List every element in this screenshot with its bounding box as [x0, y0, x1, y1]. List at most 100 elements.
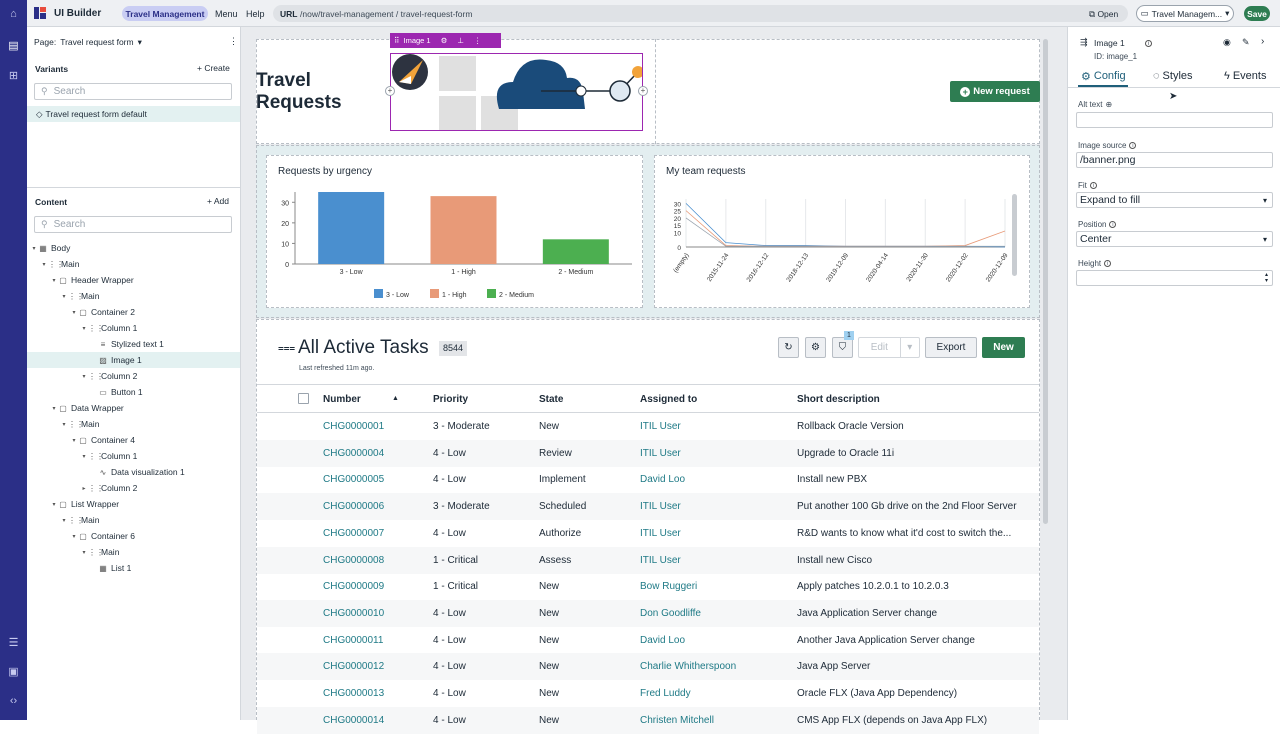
edit-button[interactable]: Edit ▾ [858, 337, 920, 358]
banner-image[interactable] [390, 53, 643, 131]
tree-item[interactable]: ▾ ⋮⋮ Main [60, 416, 99, 432]
number-link[interactable]: CHG0000006 [323, 501, 384, 512]
tree-item[interactable]: ▨ Image 1 [27, 352, 240, 368]
table-row[interactable]: CHG0000008 1 - Critical Assess ITIL User Ins… [257, 546, 1039, 574]
canvas-scrollbar[interactable] [1043, 39, 1048, 524]
more-options-icon[interactable]: ⋮ [474, 36, 482, 45]
content-search-input[interactable]: ⚲ Search [34, 216, 232, 233]
experience-select[interactable]: ▭ Travel Managem... ▾ [1136, 5, 1234, 22]
new-button[interactable]: New [982, 337, 1025, 358]
tree-item[interactable]: ∿ Data visualization 1 [90, 464, 185, 480]
number-link[interactable]: CHG0000005 [323, 474, 384, 485]
tree-item[interactable]: ▾ ▦ Body [30, 240, 70, 256]
tree-item[interactable]: ▾ ⋮⋮ Main [40, 256, 79, 272]
caret-icon[interactable]: ▾ [80, 453, 88, 460]
settings-button[interactable]: ⚙ [805, 337, 826, 358]
new-request-button[interactable]: + New request [950, 81, 1040, 102]
create-variant-button[interactable]: + Create [197, 63, 230, 73]
column-header-priority[interactable]: Priority [433, 394, 468, 405]
table-row[interactable]: CHG0000001 3 - Moderate New ITIL User Rollba… [257, 413, 1039, 440]
fit-select[interactable]: Expand to fill ▾ [1076, 192, 1273, 208]
column-header-state[interactable]: State [539, 394, 563, 405]
number-link[interactable]: CHG0000014 [323, 715, 384, 726]
number-link[interactable]: CHG0000009 [323, 581, 384, 592]
alt-text-input[interactable] [1076, 112, 1273, 128]
table-row[interactable]: CHG0000005 4 - Low Implement David Loo Insta… [257, 466, 1039, 493]
table-row[interactable]: CHG0000007 4 - Low Authorize ITIL User R&D w… [257, 520, 1039, 547]
caret-icon[interactable]: ▾ [70, 533, 78, 540]
number-link[interactable]: CHG0000004 [323, 448, 384, 459]
tree-item[interactable]: ▾ ▢ List Wrapper [50, 496, 119, 512]
url-value[interactable]: /now/travel-management / travel-request-… [300, 9, 472, 19]
add-right-icon[interactable]: + [638, 86, 648, 96]
assigned-to-link[interactable]: David Loo [640, 474, 685, 485]
tab-events[interactable]: ϟ Events [1224, 70, 1266, 82]
column-header-assigned-to[interactable]: Assigned to [640, 394, 697, 405]
caret-icon[interactable]: ▾ [70, 437, 78, 444]
caret-icon[interactable]: ▾ [30, 245, 38, 252]
settings-icon[interactable]: ⚙ [441, 36, 448, 45]
caret-icon[interactable]: ▸ [80, 485, 88, 492]
preview-icon[interactable]: ▣ [7, 665, 20, 678]
assigned-to-link[interactable]: ITIL User [640, 528, 681, 539]
chevron-right-icon[interactable]: › [1261, 36, 1264, 47]
add-left-icon[interactable]: + [385, 86, 395, 96]
table-row[interactable]: CHG0000006 3 - Moderate Scheduled ITIL User… [257, 493, 1039, 521]
column-header-short-description[interactable]: Short description [797, 394, 880, 405]
table-row[interactable]: CHG0000009 1 - Critical New Bow Ruggeri Appl… [257, 573, 1039, 600]
caret-icon[interactable]: ▾ [50, 405, 58, 412]
select-all-checkbox[interactable] [298, 393, 309, 404]
more-options-icon[interactable]: ⋮ [229, 36, 238, 47]
assigned-to-link[interactable]: ITIL User [640, 421, 681, 432]
table-row[interactable]: CHG0000004 4 - Low Review ITIL User Upgrade … [257, 439, 1039, 467]
caret-icon[interactable]: ▾ [40, 261, 48, 268]
tree-item[interactable]: ▾ ⋮⋮ Main [60, 512, 99, 528]
page-selector[interactable]: Page: Travel request form ▾ [34, 37, 142, 48]
caret-icon[interactable]: ▾ [60, 421, 68, 428]
save-button[interactable]: Save [1244, 6, 1270, 21]
tree-item[interactable]: ▾ ▢ Container 2 [70, 304, 134, 320]
experience-tab[interactable]: Travel Management [122, 6, 208, 21]
number-link[interactable]: CHG0000012 [323, 661, 384, 672]
tree-item[interactable]: ▾ ▢ Data Wrapper [50, 400, 123, 416]
page-icon[interactable]: ▤ [7, 39, 20, 52]
table-row[interactable]: CHG0000013 4 - Low New Fred Luddy Oracle FLX… [257, 680, 1039, 707]
number-link[interactable]: CHG0000001 [323, 421, 384, 432]
assigned-to-link[interactable]: ITIL User [640, 501, 681, 512]
sort-ascending-icon[interactable]: ▲ [392, 395, 399, 402]
column-header-number[interactable]: Number [323, 394, 361, 405]
assigned-to-link[interactable]: ITIL User [640, 448, 681, 459]
menu-link[interactable]: Menu [215, 9, 238, 19]
table-row[interactable]: CHG0000014 4 - Low New Christen Mitchell CMS… [257, 706, 1039, 734]
tab-styles[interactable]: ◌ Styles [1153, 70, 1193, 82]
help-link[interactable]: Help [246, 9, 265, 19]
caret-icon[interactable]: ▾ [50, 501, 58, 508]
number-link[interactable]: CHG0000008 [323, 555, 384, 566]
table-row[interactable]: CHG0000011 4 - Low New David Loo Another Jav… [257, 627, 1039, 654]
table-row[interactable]: CHG0000012 4 - Low New Charlie Whitherspoon… [257, 653, 1039, 681]
position-select[interactable]: Center ▾ [1076, 231, 1273, 247]
assigned-to-link[interactable]: Christen Mitchell [640, 715, 714, 726]
tree-icon[interactable]: ⊥ [457, 36, 464, 45]
number-link[interactable]: CHG0000010 [323, 608, 384, 619]
tree-item[interactable]: ▾ ⋮⋮ Main [80, 544, 119, 560]
tree-item[interactable]: ▾ ▢ Header Wrapper [50, 272, 133, 288]
caret-icon[interactable]: ▾ [50, 277, 58, 284]
open-url-button[interactable]: ⧉ Open [1089, 9, 1118, 20]
component-info-icon[interactable]: i [1145, 37, 1152, 47]
code-icon[interactable]: ‹› [7, 694, 20, 707]
assigned-to-link[interactable]: Don Goodliffe [640, 608, 701, 619]
caret-icon[interactable]: ▾ [60, 293, 68, 300]
caret-icon[interactable]: ▾ [60, 517, 68, 524]
edit-icon[interactable]: ✎ [1242, 37, 1250, 48]
assigned-to-link[interactable]: Bow Ruggeri [640, 581, 697, 592]
add-content-button[interactable]: + Add [207, 196, 229, 206]
variants-search-input[interactable]: ⚲ Search [34, 83, 232, 100]
stepper-icon[interactable]: ▴ ▾ [1265, 272, 1268, 284]
table-row[interactable]: CHG0000010 4 - Low New Don Goodliffe Java Ap… [257, 599, 1039, 627]
tree-item[interactable]: ▾ ⋮⋮ Main [60, 288, 99, 304]
height-input[interactable]: ▴ ▾ [1076, 270, 1273, 286]
refresh-button[interactable]: ↻ [778, 337, 799, 358]
drag-handle-icon[interactable]: ⠿ [394, 36, 400, 45]
tree-item[interactable]: ▦ List 1 [90, 560, 131, 576]
